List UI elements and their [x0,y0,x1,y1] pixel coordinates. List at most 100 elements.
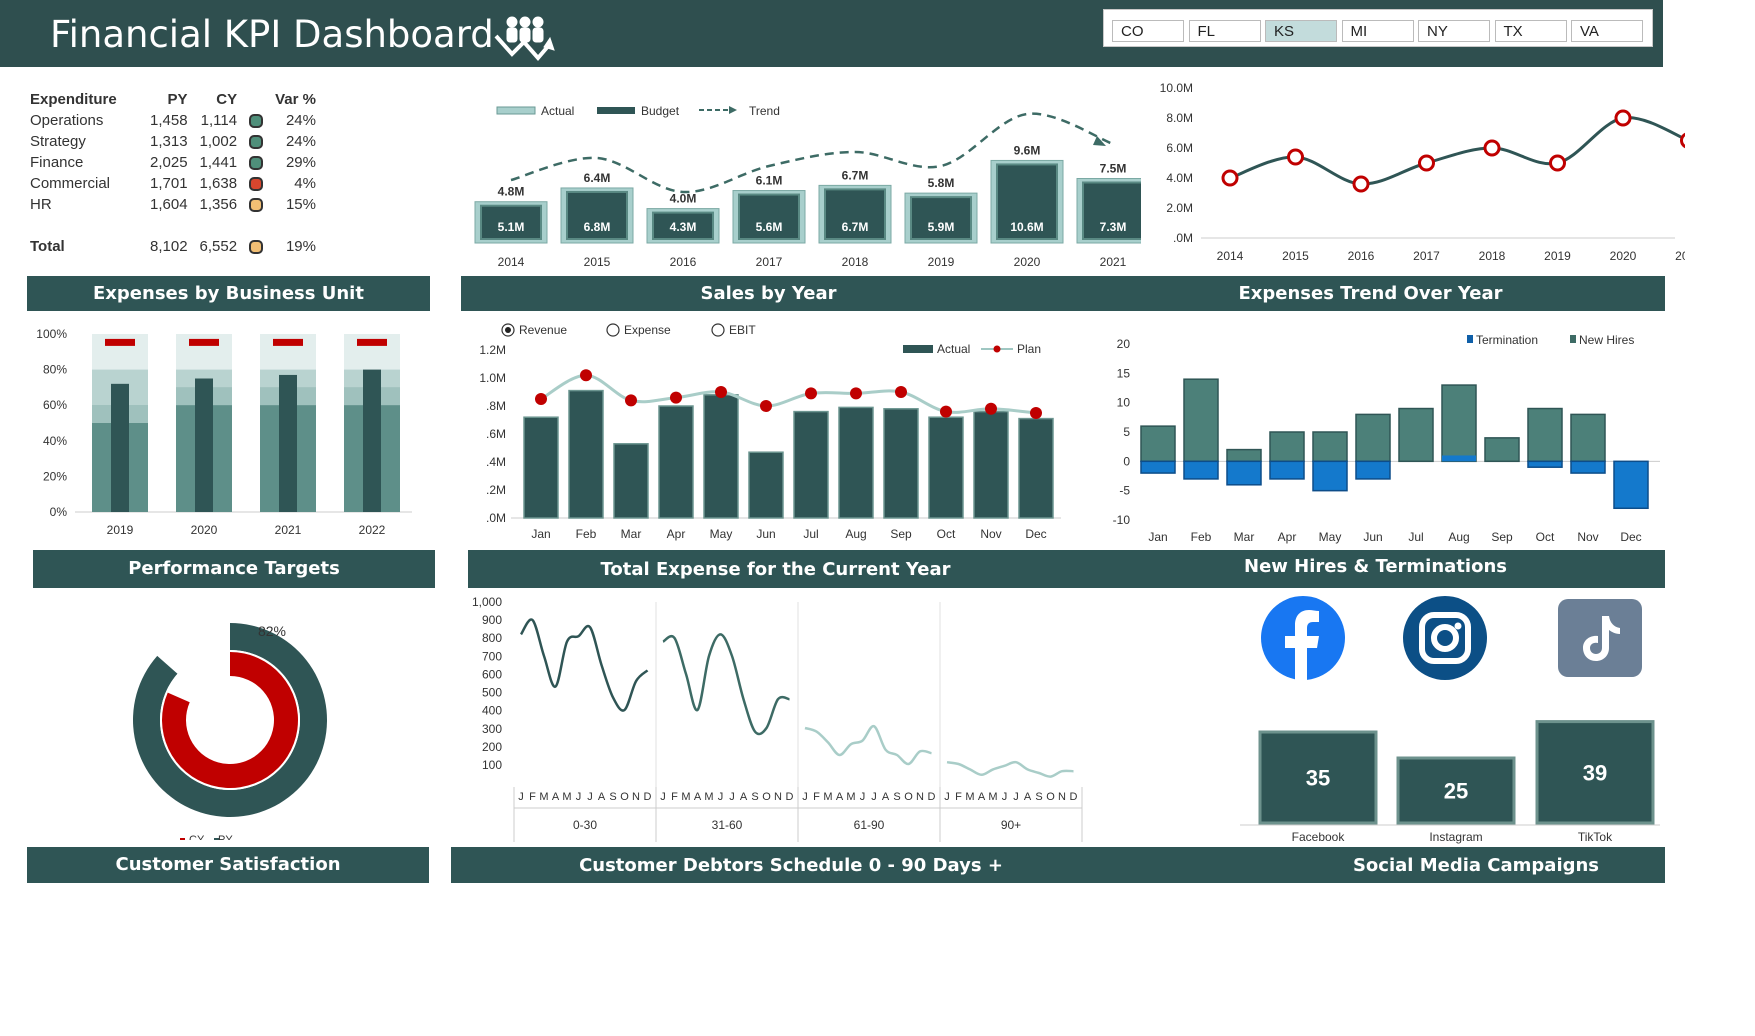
month-tick-label: M [539,791,548,803]
x-tick-label: Mar [1234,530,1255,544]
termination-bar [1140,460,1176,474]
debtor-line [804,724,932,766]
expenditure-cell: Total [30,238,65,255]
newhires-bar [1355,413,1391,463]
trend-point [1287,148,1304,166]
group-label: 61-90 [854,818,885,832]
plan-point [535,393,547,405]
actual-value-label: 10.6M [1010,220,1043,234]
legend-swatch-newhires [1570,335,1576,343]
x-tick-label: 2017 [756,255,783,269]
expenditure-cell: HR [30,196,52,213]
expenditure-cell: 24% [285,133,316,150]
debtor-line [946,760,1074,778]
state-filter-ny[interactable]: NY [1418,20,1490,42]
expenditure-header: Expenditure [30,90,117,108]
x-tick-label: Dec [1620,530,1641,544]
target-marker [105,338,135,346]
y-tick-label: .0M [486,511,506,525]
x-tick-label: Jun [756,527,775,541]
expenses-trend-chart: 10.0M 8.0M 6.0M 4.0M 2.0M .0M 2014 2015 2016 2017… [1160,81,1685,263]
state-filter-co[interactable]: CO [1112,20,1184,42]
expenditure-row: Commercial 1,701 1,638 4% [30,173,322,194]
x-tick-label: Sep [1491,530,1513,544]
y-tick-label: .2M [486,483,506,497]
x-tick-label: Apr [667,527,686,541]
x-tick-label: Nov [980,527,1001,541]
month-tick-label: N [1058,791,1066,803]
actual-value-label: 6.7M [842,220,869,234]
expenditure-total-row: Total 8,102 6,552 19% [30,236,322,257]
x-tick-label: 2020 [1014,255,1041,269]
tiktok-icon[interactable] [1557,598,1643,678]
legend-plan-dot [993,345,1001,353]
state-filter-tx[interactable]: TX [1494,20,1567,42]
newhires-bar [1484,437,1520,463]
budget-value-label: 7.5M [1100,162,1127,176]
y-tick-label: 6.0M [1166,141,1193,155]
status-indicator [243,236,269,257]
status-indicator [243,110,269,131]
state-filter-va[interactable]: VA [1571,20,1643,42]
team-growth-icon [494,16,555,62]
status-indicator [243,152,269,173]
expenditure-cell: 1,002 [199,133,238,150]
debtors-chart: 1,000900800700600500400300200100J F M A M J J A… [472,595,1083,842]
expenditure-cell: 1,356 [199,196,238,213]
newhires-bar [1398,407,1434,463]
legend-actual: Actual [937,342,970,356]
instagram-icon[interactable] [1400,596,1490,680]
x-tick-label: 2018 [1479,249,1506,263]
plan-point [760,400,772,412]
budget-value-label: 6.4M [584,171,611,185]
month-tick-label: A [598,791,606,803]
month-tick-label: M [562,791,571,803]
expenditure-cell: 8,102 [150,238,188,255]
expenditure-cell: 1,114 [200,112,238,129]
month-tick-label: D [928,791,936,803]
group-label: 90+ [1001,818,1021,832]
termination-bar [1269,460,1305,480]
month-tick-label: M [704,791,713,803]
expenses-by-unit-chart: 100% 80% 60% 40% 20% 0% 2019 2020 2021 2022 [36,327,412,537]
radio-label: EBIT [729,323,756,337]
performance-targets-chart: 82% CY PY [133,623,327,840]
month-tick-label: O [1046,791,1055,803]
expenditure-cell: 1,701 [150,175,188,192]
legend-swatch-actual [496,106,536,115]
state-filter-mi[interactable]: MI [1341,20,1414,42]
status-dot [249,240,264,255]
actual-bar [748,451,784,519]
state-filter-fl[interactable]: FL [1188,20,1261,42]
x-tick-label: 2014 [498,255,525,269]
x-tick-label: Apr [1278,530,1297,544]
plan-point [625,394,637,407]
actual-bar [838,406,874,519]
social-campaigns-chart: 35 Facebook 25 Instagram 39 TikTok [1240,720,1660,844]
x-tick-label: 2014 [1217,249,1244,263]
status-indicator [243,131,269,152]
status-dot [249,198,264,213]
radio-expense [606,323,620,337]
month-tick-label: D [644,791,652,803]
plan-line [540,373,1037,415]
x-tick-label: Jul [1408,530,1423,544]
actual-bar [973,410,1009,519]
group-label: 0-30 [573,818,597,832]
status-dot [249,114,264,129]
expenditure-cell: 19% [285,238,316,255]
x-tick-label: Jan [531,527,550,541]
month-tick-label: O [762,791,771,803]
legend-py: PY [218,834,233,840]
state-filter-ks[interactable]: KS [1265,20,1337,42]
x-tick-label: 2021 [275,523,302,537]
facebook-icon[interactable] [1258,596,1348,680]
y-tick-label: 1.2M [479,343,506,357]
expenditure-header: PY [167,90,188,108]
month-tick-label: A [1024,791,1032,803]
budget-value-label: 6.1M [756,174,783,188]
trend-point [1418,154,1435,172]
legend-swatch-actual [903,345,933,353]
x-tick-label: 2016 [670,255,697,269]
x-tick-label: May [710,527,733,541]
